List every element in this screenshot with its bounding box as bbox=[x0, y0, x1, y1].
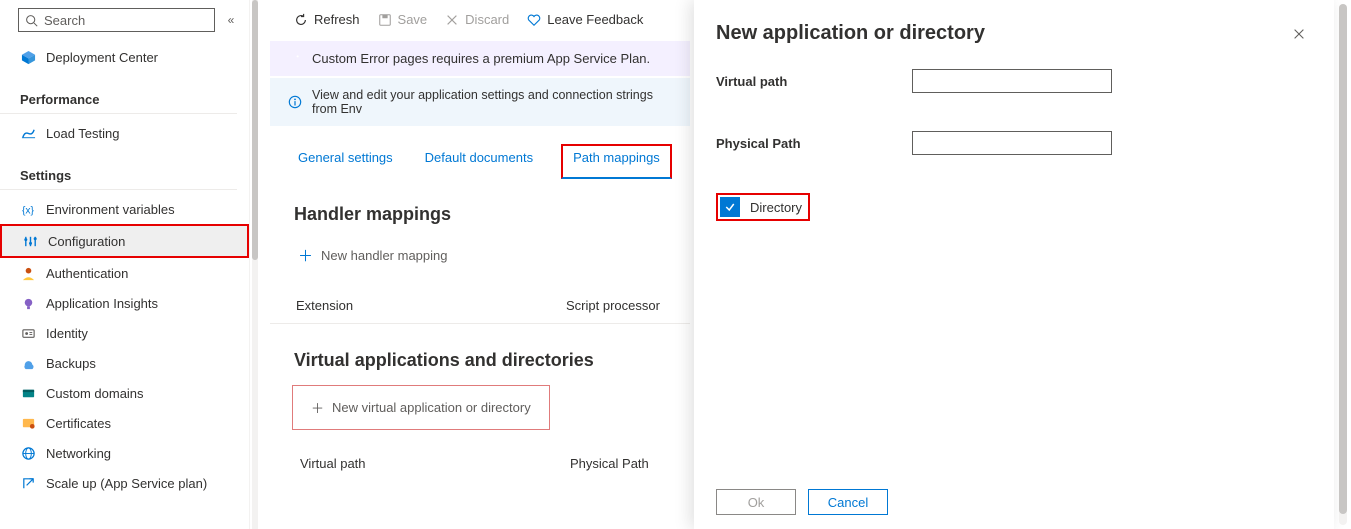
domain-icon bbox=[20, 385, 36, 401]
discard-button: Discard bbox=[445, 12, 509, 27]
sidebar-scrollbar[interactable] bbox=[252, 0, 258, 529]
feedback-label: Leave Feedback bbox=[547, 12, 643, 27]
sidebar-item-application-insights[interactable]: Application Insights bbox=[0, 288, 249, 318]
save-label: Save bbox=[398, 12, 428, 27]
col-extension: Extension bbox=[296, 298, 566, 313]
physical-path-label: Physical Path bbox=[716, 136, 912, 151]
banner-text: View and edit your application settings … bbox=[312, 88, 672, 116]
backup-icon bbox=[20, 355, 36, 371]
virtual-apps-heading: Virtual applications and directories bbox=[270, 324, 690, 371]
sidebar-item-load-testing[interactable]: Load Testing bbox=[0, 118, 249, 148]
collapse-sidebar-button[interactable]: « bbox=[223, 13, 239, 27]
sidebar-section-settings: Settings bbox=[0, 152, 237, 190]
sidebar-item-label: Networking bbox=[46, 446, 111, 461]
banner-info: View and edit your application settings … bbox=[270, 78, 690, 126]
net-icon bbox=[20, 445, 36, 461]
sliders-icon bbox=[22, 233, 38, 249]
sidebar-item-label: Configuration bbox=[48, 234, 125, 249]
scale-icon bbox=[20, 475, 36, 491]
tab-general-settings[interactable]: General settings bbox=[294, 144, 397, 177]
col-virtual-path: Virtual path bbox=[300, 456, 570, 471]
ok-button[interactable]: Ok bbox=[716, 489, 796, 515]
discard-label: Discard bbox=[465, 12, 509, 27]
sidebar-item-identity[interactable]: Identity bbox=[0, 318, 249, 348]
directory-checkbox[interactable] bbox=[720, 197, 740, 217]
tabs: General settings Default documents Path … bbox=[270, 126, 690, 178]
directory-checkbox-group: Directory bbox=[716, 193, 810, 221]
handler-mappings-heading: Handler mappings bbox=[270, 178, 690, 225]
bulb-icon bbox=[20, 295, 36, 311]
sidebar-item-label: Environment variables bbox=[46, 202, 175, 217]
sidebar-item-label: Backups bbox=[46, 356, 96, 371]
new-vapp-label: New virtual application or directory bbox=[332, 400, 531, 415]
banner-text: Custom Error pages requires a premium Ap… bbox=[312, 51, 650, 66]
new-app-directory-panel: New application or directory Virtual pat… bbox=[694, 0, 1334, 529]
refresh-icon bbox=[294, 13, 308, 27]
sidebar-item-configuration[interactable]: Configuration bbox=[0, 224, 249, 258]
svg-text:{x}: {x} bbox=[21, 205, 34, 216]
search-icon bbox=[25, 14, 38, 27]
sidebar-item-label: Certificates bbox=[46, 416, 111, 431]
plus-icon: ＋ bbox=[311, 398, 324, 417]
tab-path-mappings[interactable]: Path mappings bbox=[561, 144, 672, 179]
virtual-path-input[interactable] bbox=[912, 69, 1112, 93]
new-virtual-app-button[interactable]: ＋ New virtual application or directory bbox=[292, 385, 550, 430]
sidebar-item-label: Identity bbox=[46, 326, 88, 341]
sidebar-item-environment-variables[interactable]: {x} Environment variables bbox=[0, 194, 249, 224]
close-panel-button[interactable] bbox=[1292, 27, 1306, 41]
sidebar-item-certificates[interactable]: Certificates bbox=[0, 408, 249, 438]
sidebar-item-backups[interactable]: Backups bbox=[0, 348, 249, 378]
save-icon bbox=[378, 13, 392, 27]
search-placeholder: Search bbox=[44, 13, 85, 28]
main-content: Refresh Save Discard Leave Feedback Cust… bbox=[270, 0, 690, 529]
feedback-button[interactable]: Leave Feedback bbox=[527, 12, 643, 27]
col-physical-path: Physical Path bbox=[570, 456, 649, 471]
cert-icon bbox=[20, 415, 36, 431]
physical-path-input[interactable] bbox=[912, 131, 1112, 155]
heart-icon bbox=[527, 13, 541, 27]
new-handler-label: New handler mapping bbox=[321, 248, 447, 263]
scrollbar-thumb[interactable] bbox=[252, 0, 258, 260]
person-icon bbox=[20, 265, 36, 281]
id-icon bbox=[20, 325, 36, 341]
directory-label: Directory bbox=[750, 200, 802, 215]
sidebar: Search « Deployment Center Performance L… bbox=[0, 0, 250, 529]
new-handler-mapping-button[interactable]: ＋ New handler mapping bbox=[270, 225, 447, 266]
toolbar: Refresh Save Discard Leave Feedback bbox=[270, 0, 690, 41]
sidebar-section-performance: Performance bbox=[0, 76, 237, 114]
info-icon bbox=[288, 95, 302, 109]
panel-title: New application or directory bbox=[716, 22, 985, 45]
refresh-label: Refresh bbox=[314, 12, 360, 27]
sidebar-item-networking[interactable]: Networking bbox=[0, 438, 249, 468]
sidebar-item-label: Deployment Center bbox=[46, 50, 158, 65]
sidebar-item-custom-domains[interactable]: Custom domains bbox=[0, 378, 249, 408]
scrollbar-thumb[interactable] bbox=[1339, 4, 1347, 514]
rocket-icon bbox=[288, 52, 302, 66]
discard-icon bbox=[445, 13, 459, 27]
banner-premium: Custom Error pages requires a premium Ap… bbox=[270, 41, 690, 76]
load-icon bbox=[20, 125, 36, 141]
page-scrollbar[interactable] bbox=[1339, 4, 1347, 525]
cancel-button[interactable]: Cancel bbox=[808, 489, 888, 515]
refresh-button[interactable]: Refresh bbox=[294, 12, 360, 27]
plus-icon: ＋ bbox=[298, 245, 313, 266]
virtual-path-label: Virtual path bbox=[716, 74, 912, 89]
sidebar-item-deployment-center[interactable]: Deployment Center bbox=[0, 42, 249, 72]
handler-table-header: Extension Script processor bbox=[270, 266, 690, 324]
sidebar-item-label: Scale up (App Service plan) bbox=[46, 476, 207, 491]
save-button: Save bbox=[378, 12, 428, 27]
search-input[interactable]: Search bbox=[18, 8, 215, 32]
sidebar-item-label: Load Testing bbox=[46, 126, 120, 141]
cube-icon bbox=[20, 49, 36, 65]
vapp-table-header: Virtual path Physical Path bbox=[270, 430, 690, 471]
sidebar-item-label: Authentication bbox=[46, 266, 128, 281]
sidebar-item-scale-up-app-service-plan-[interactable]: Scale up (App Service plan) bbox=[0, 468, 249, 498]
sidebar-item-label: Application Insights bbox=[46, 296, 158, 311]
tab-default-documents[interactable]: Default documents bbox=[421, 144, 537, 177]
col-script-processor: Script processor bbox=[566, 298, 660, 313]
sidebar-item-authentication[interactable]: Authentication bbox=[0, 258, 249, 288]
var-icon: {x} bbox=[20, 201, 36, 217]
sidebar-item-label: Custom domains bbox=[46, 386, 144, 401]
